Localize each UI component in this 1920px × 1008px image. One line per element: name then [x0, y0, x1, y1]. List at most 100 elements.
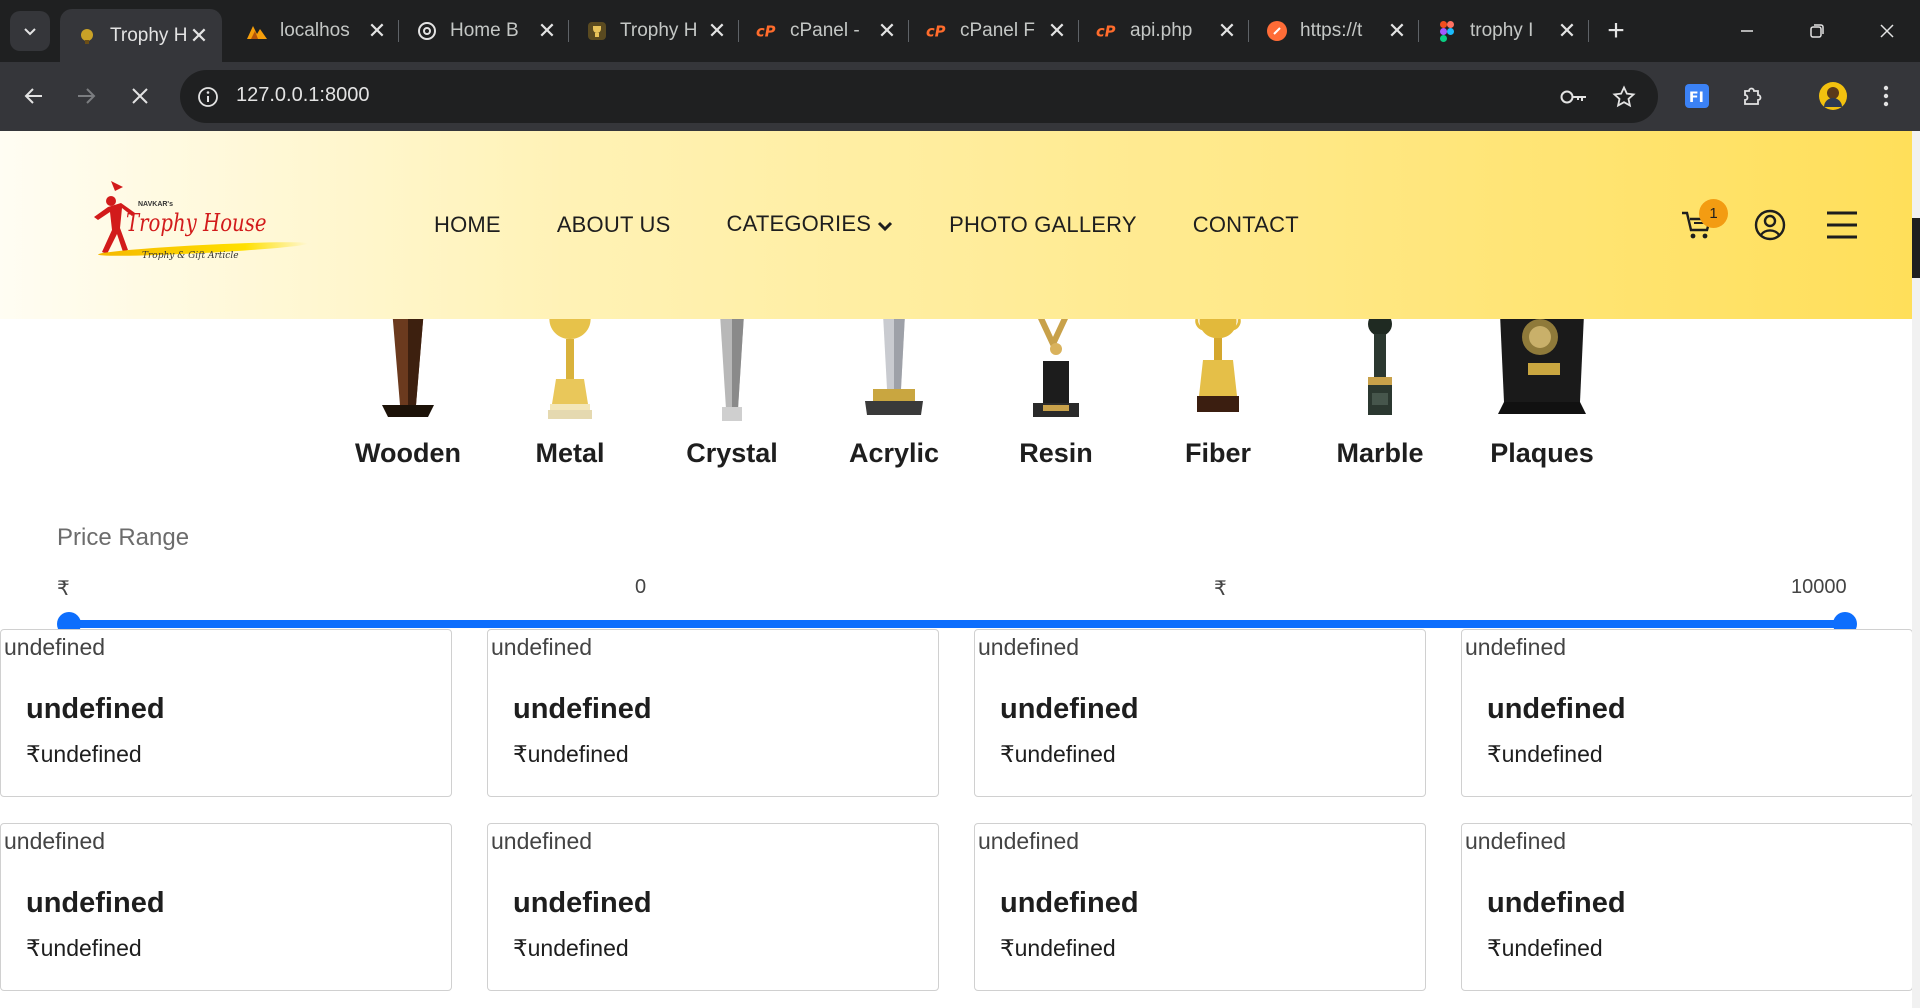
tab-separator: [1418, 20, 1419, 42]
price-slider-track[interactable]: [68, 620, 1846, 628]
nav-home[interactable]: HOME: [434, 212, 501, 238]
close-tab-icon[interactable]: ✕: [536, 18, 558, 44]
close-tab-icon[interactable]: ✕: [876, 18, 898, 44]
bookmark-star-icon[interactable]: [1610, 83, 1638, 111]
restore-button[interactable]: [1782, 0, 1852, 62]
browser-tab[interactable]: localhos ✕: [230, 9, 400, 53]
product-name: undefined: [1487, 887, 1626, 919]
nav-categories[interactable]: CATEGORIES: [726, 211, 893, 238]
product-card[interactable]: undefined undefined ₹undefined: [487, 629, 939, 797]
acrylic-trophy-image: [824, 314, 964, 424]
category-label: Fiber: [1184, 438, 1251, 468]
address-bar[interactable]: 127.0.0.1:8000: [180, 70, 1658, 123]
category-plaques[interactable]: Plaques: [1472, 314, 1612, 469]
browser-tab[interactable]: cP api.php ✕: [1080, 9, 1250, 53]
site-logo[interactable]: NAVKAR's Trophy House Trophy & Gift Arti…: [86, 179, 309, 279]
product-image-broken: undefined: [1465, 634, 1567, 660]
close-tab-icon[interactable]: ✕: [1386, 18, 1408, 44]
product-card[interactable]: undefined undefined ₹undefined: [974, 823, 1426, 991]
product-card[interactable]: undefined undefined ₹undefined: [0, 823, 452, 991]
product-card[interactable]: undefined undefined ₹undefined: [1461, 823, 1913, 991]
browser-tab[interactable]: cP cPanel F ✕: [910, 9, 1080, 53]
forward-button[interactable]: [66, 76, 106, 116]
browser-tab[interactable]: https://t ✕: [1250, 9, 1420, 53]
extension-fi-icon[interactable]: FI: [1679, 78, 1715, 114]
category-label: Acrylic: [848, 438, 940, 468]
category-fiber[interactable]: Fiber: [1148, 314, 1288, 469]
category-acrylic[interactable]: Acrylic: [824, 314, 964, 469]
user-circle-icon: [1754, 209, 1786, 241]
browser-tab[interactable]: Home B ✕: [400, 9, 570, 53]
minimize-button[interactable]: [1712, 0, 1782, 62]
profile-avatar[interactable]: [1815, 78, 1851, 114]
close-tab-icon[interactable]: ✕: [1556, 18, 1578, 44]
back-button[interactable]: [14, 76, 54, 116]
price-min-currency: ₹: [57, 578, 70, 600]
url-text[interactable]: 127.0.0.1:8000: [236, 84, 369, 107]
product-image-broken: undefined: [491, 634, 593, 660]
cart-count-badge: 1: [1699, 199, 1728, 228]
product-price: ₹undefined: [1487, 741, 1603, 767]
category-label: Marble: [1336, 438, 1424, 468]
product-card[interactable]: undefined undefined ₹undefined: [974, 629, 1426, 797]
browser-tab[interactable]: Trophy H ✕: [60, 9, 222, 62]
product-image-broken: undefined: [4, 634, 106, 660]
extensions-puzzle-icon[interactable]: [1735, 78, 1771, 114]
price-max-currency: ₹: [1214, 578, 1227, 600]
browser-toolbar: 127.0.0.1:8000 FI: [0, 62, 1920, 131]
arrow-left-icon: [24, 88, 42, 104]
tab-title: api.php: [1130, 20, 1193, 41]
fiber-trophy-image: [1148, 314, 1288, 424]
product-image-broken: undefined: [4, 828, 106, 854]
product-name: undefined: [26, 887, 165, 919]
product-card[interactable]: undefined undefined ₹undefined: [487, 823, 939, 991]
tab-separator: [1588, 20, 1589, 42]
browser-tab[interactable]: cP cPanel - ✕: [740, 9, 910, 53]
svg-text:cP: cP: [756, 24, 776, 41]
category-marble[interactable]: Marble: [1310, 312, 1450, 469]
svg-text:FI: FI: [1689, 90, 1704, 106]
cpanel-favicon-icon: cP: [926, 20, 948, 42]
logo-brand-text: Trophy House: [126, 209, 267, 237]
chevron-down-icon: [877, 212, 893, 238]
restore-icon: [1810, 24, 1824, 38]
close-tab-icon[interactable]: ✕: [706, 18, 728, 44]
product-image-broken: undefined: [491, 828, 593, 854]
browser-tab[interactable]: Trophy H ✕: [570, 9, 740, 53]
category-metal[interactable]: Metal: [500, 314, 640, 469]
close-tab-icon[interactable]: ✕: [1216, 18, 1238, 44]
browser-menu-icon[interactable]: [1868, 78, 1904, 114]
close-tab-icon[interactable]: ✕: [366, 18, 388, 44]
nav-about-us[interactable]: ABOUT US: [557, 212, 671, 238]
category-wooden[interactable]: Wooden: [338, 309, 478, 469]
stop-loading-button[interactable]: [120, 76, 160, 116]
category-label: Wooden: [355, 438, 461, 468]
close-tab-icon[interactable]: ✕: [188, 23, 210, 49]
category-label: Resin: [1019, 438, 1093, 468]
tab-search-button[interactable]: [10, 11, 50, 51]
product-name: undefined: [26, 693, 165, 725]
category-label: Plaques: [1490, 438, 1594, 468]
product-card[interactable]: undefined undefined ₹undefined: [1461, 629, 1913, 797]
marble-trophy-image: [1310, 312, 1450, 424]
category-crystal[interactable]: Crystal: [662, 314, 802, 469]
arrow-right-icon: [78, 88, 96, 104]
nav-contact[interactable]: CONTACT: [1193, 212, 1299, 238]
product-image-broken: undefined: [978, 828, 1080, 854]
hamburger-menu-button[interactable]: [1822, 205, 1862, 245]
page-scrollbar-thumb[interactable]: [1912, 218, 1920, 278]
category-resin[interactable]: Resin: [986, 312, 1126, 469]
site-info-icon[interactable]: [194, 83, 222, 111]
postman-favicon-icon: [1266, 20, 1288, 42]
tab-title: localhos: [280, 20, 350, 41]
browser-tab[interactable]: trophy I ✕: [1420, 9, 1590, 53]
logo-small-text: NAVKAR's: [138, 201, 173, 208]
product-image-broken: undefined: [978, 634, 1080, 660]
new-tab-button[interactable]: +: [1598, 13, 1634, 49]
close-window-button[interactable]: [1852, 0, 1920, 62]
key-icon[interactable]: [1560, 83, 1588, 111]
close-tab-icon[interactable]: ✕: [1046, 18, 1068, 44]
product-card[interactable]: undefined undefined ₹undefined: [0, 629, 452, 797]
nav-photo-gallery[interactable]: PHOTO GALLERY: [949, 212, 1137, 238]
account-button[interactable]: [1750, 205, 1790, 245]
